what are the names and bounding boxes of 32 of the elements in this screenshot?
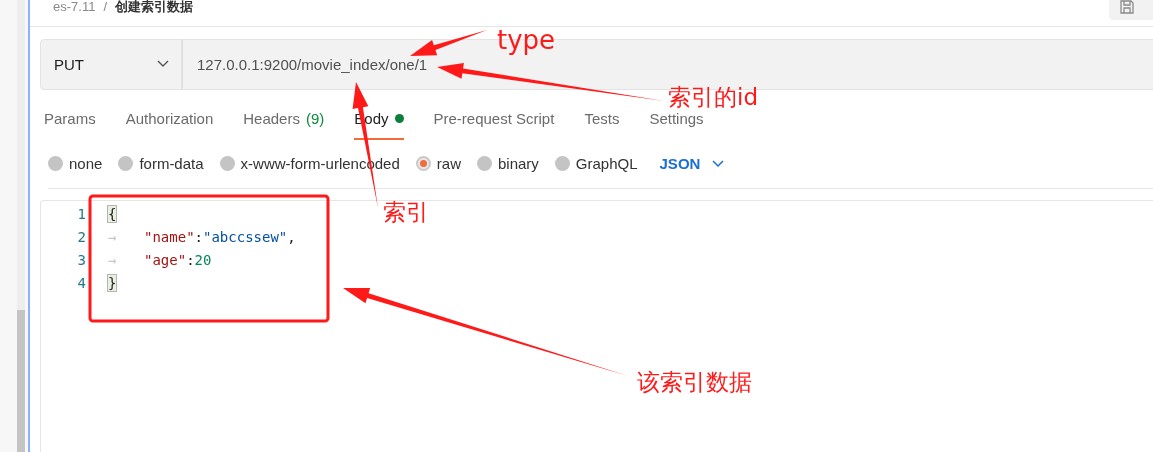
radio-button[interactable] (219, 156, 235, 172)
tab[interactable]: Tests (584, 103, 620, 140)
radio-button[interactable] (415, 156, 431, 172)
radio-button[interactable] (48, 156, 63, 172)
tab[interactable]: Pre-request Script (433, 103, 555, 140)
tab[interactable]: Headers (9) (243, 103, 325, 140)
format-dropdown[interactable]: JSON (659, 155, 725, 173)
save-button[interactable] (1109, 0, 1153, 20)
chevron-down-icon (157, 60, 169, 69)
radio-option[interactable]: GraphQL (554, 155, 638, 173)
method-dropdown[interactable]: PUT (40, 39, 182, 90)
code-line: → "name":"abccssew", (108, 228, 296, 245)
radio-button[interactable] (476, 156, 492, 172)
code-line: → "age":20 (108, 251, 212, 268)
radio-option[interactable]: none (48, 155, 103, 173)
line-number: 1 (76, 205, 87, 222)
radio-option[interactable]: form-data (118, 155, 204, 173)
radio-button[interactable] (554, 156, 570, 172)
line-number: 2 (76, 228, 87, 245)
line-number: 4 (76, 274, 87, 291)
line-number: 3 (76, 251, 87, 268)
breadcrumb-separator: / (103, 0, 108, 14)
radio-option[interactable]: raw (415, 155, 461, 173)
annotation-label: 该索引数据 (637, 371, 752, 394)
tab[interactable]: Authorization (125, 103, 214, 140)
request-title: 创建索引数据 (115, 0, 194, 14)
chevron-down-icon (712, 159, 725, 168)
tab[interactable]: Params (44, 103, 96, 140)
radio-option[interactable]: binary (476, 155, 539, 173)
radio-button[interactable] (118, 156, 134, 172)
scrollbar-thumb[interactable] (17, 310, 25, 452)
annotation-label: 索引 (383, 201, 429, 224)
